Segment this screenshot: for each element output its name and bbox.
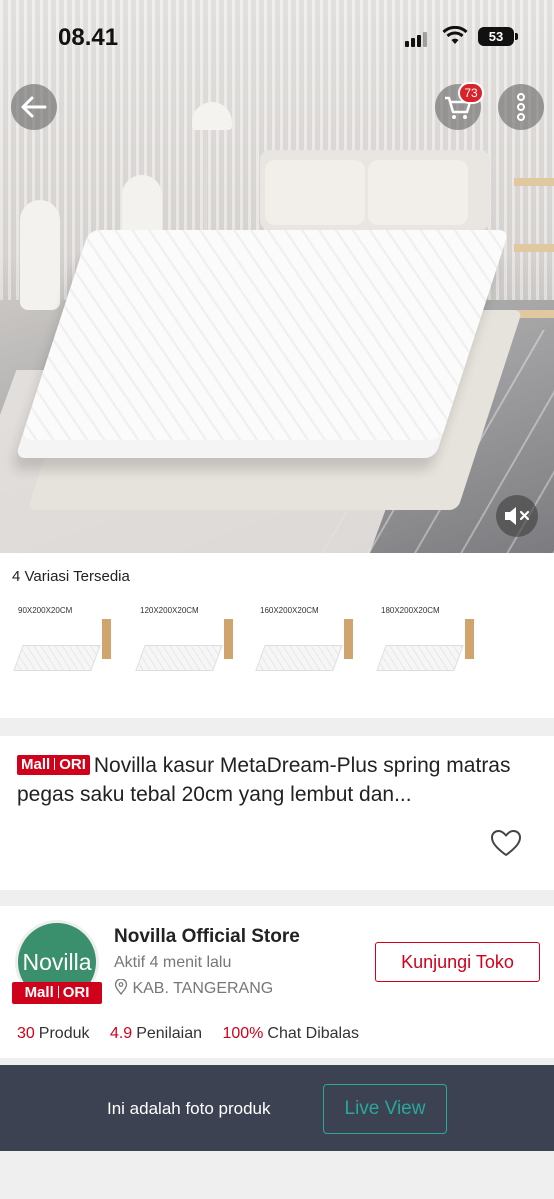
store-mall-ori-badge: Mall ORI (12, 982, 102, 1004)
stat-rating: 4.9 Penilaian (110, 1025, 202, 1042)
status-time: 08.41 (58, 24, 119, 51)
more-button[interactable] (498, 84, 544, 130)
store-active-status: Aktif 4 menit lalu (114, 954, 232, 971)
stat-value: 100% (222, 1025, 264, 1042)
variant-label: 180X200X20CM (381, 606, 440, 615)
store-location: KAB. TANGERANG (114, 978, 274, 998)
variant-post-decor (344, 619, 353, 659)
variant-thumbnail (13, 645, 101, 671)
stat-label: Chat Dibalas (267, 1025, 360, 1042)
bottom-spacer (0, 1151, 554, 1199)
mattress-decor (20, 230, 510, 440)
product-title-card: Mall ORI Novilla kasur MetaDream-Plus spri… (0, 736, 554, 890)
signal-icon (405, 29, 429, 47)
variant-thumbnail (376, 645, 464, 671)
back-button[interactable] (11, 84, 57, 130)
stat-value: 30 (17, 1025, 35, 1042)
variant-label: 120X200X20CM (140, 606, 199, 615)
stat-products: 30 Produk (17, 1025, 90, 1042)
alpaca-decor (20, 200, 60, 310)
mall-badge-text: Mall (24, 984, 54, 1001)
more-vertical-icon (517, 93, 525, 121)
visit-store-button[interactable]: Kunjungi Toko (375, 942, 540, 982)
photo-info-bar: Ini adalah foto produk Live View (0, 1065, 554, 1151)
wifi-icon (442, 26, 468, 44)
variant-option[interactable]: 160X200X20CM (254, 603, 358, 693)
speaker-mute-icon (505, 507, 530, 525)
variant-thumbnail (135, 645, 223, 671)
variant-thumbnail (255, 645, 343, 671)
variant-label: 160X200X20CM (260, 606, 319, 615)
variant-label: 90X200X20CM (18, 606, 73, 615)
mall-ori-badge: Mall ORI (17, 755, 90, 775)
mute-button[interactable] (496, 495, 538, 537)
variant-option[interactable]: 180X200X20CM (375, 603, 479, 693)
variant-option[interactable]: 120X200X20CM (134, 603, 238, 693)
variant-post-decor (102, 619, 111, 659)
variant-option[interactable]: 90X200X20CM (12, 603, 116, 693)
stat-label: Penilaian (136, 1025, 203, 1042)
cart-count-badge: 73 (458, 82, 484, 104)
store-name[interactable]: Novilla Official Store (114, 926, 300, 948)
stat-chat-reply: 100% Chat Dibalas (222, 1025, 359, 1042)
battery-icon: 53 (478, 27, 518, 46)
pillow-decor (265, 160, 365, 225)
mall-badge-text: Mall (21, 756, 51, 773)
store-location-text: KAB. TANGERANG (132, 980, 274, 997)
variant-post-decor (465, 619, 474, 659)
pillow-decor (368, 160, 468, 225)
variant-post-decor (224, 619, 233, 659)
ori-badge-text: ORI (59, 756, 86, 773)
stat-value: 4.9 (109, 1025, 133, 1042)
stat-label: Produk (38, 1025, 90, 1042)
store-stats: 30 Produk 4.9 Penilaian 100% Chat Dibalas (17, 1025, 375, 1043)
arrow-left-icon (21, 96, 47, 118)
variants-title: 4 Variasi Tersedia (12, 568, 130, 585)
live-view-button[interactable]: Live View (323, 1084, 447, 1134)
heart-icon[interactable] (489, 826, 523, 860)
shelf-decor (514, 120, 554, 320)
photo-info-text: Ini adalah foto produk (107, 1099, 271, 1118)
badge-divider (54, 758, 56, 770)
variants-section: 4 Variasi Tersedia 90X200X20CM 120X200X2… (0, 553, 554, 718)
status-bar: 08.41 53 (0, 0, 554, 70)
location-pin-icon (114, 978, 128, 996)
product-title-text: Novilla kasur MetaDream-Plus spring matr… (17, 754, 511, 806)
product-title: Mall ORI Novilla kasur MetaDream-Plus spri… (17, 751, 542, 809)
badge-divider (57, 986, 59, 998)
store-card: Novilla Mall ORI Novilla Official Store A… (0, 906, 554, 1058)
ori-badge-text: ORI (62, 984, 90, 1001)
